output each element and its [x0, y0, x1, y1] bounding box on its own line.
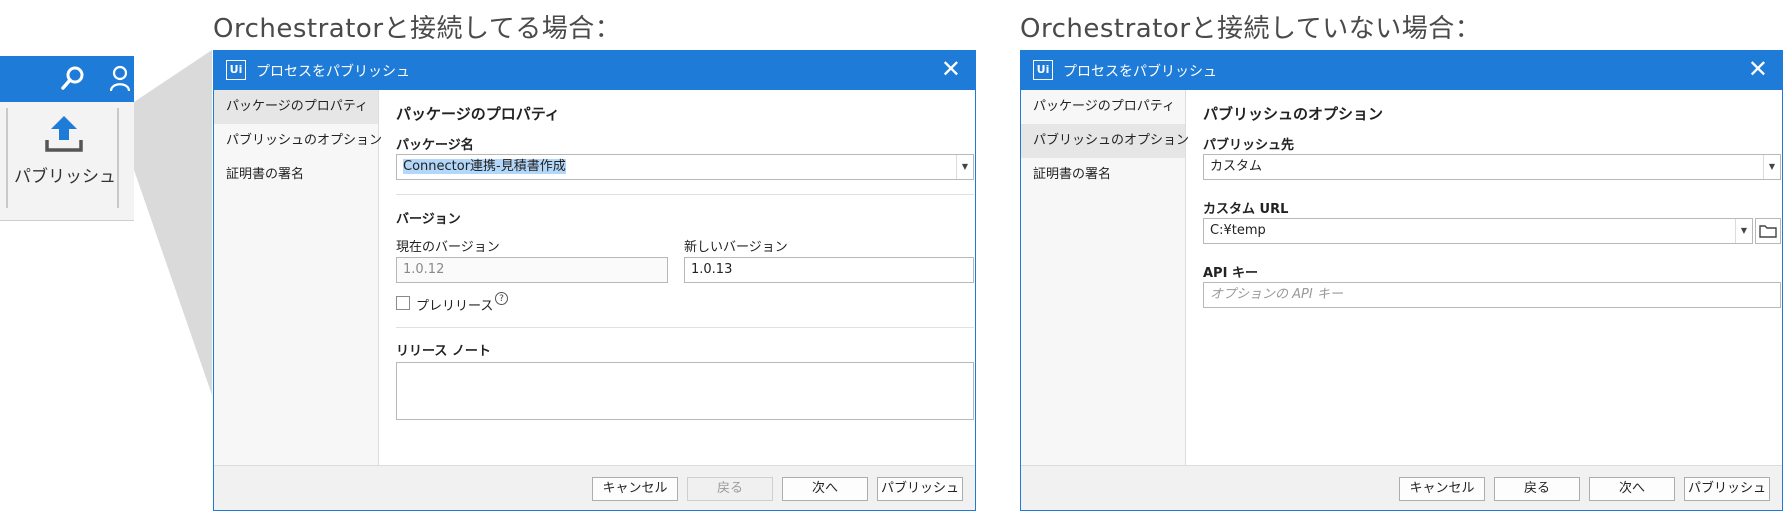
ribbon-divider [117, 108, 119, 208]
sidebar-item-package-properties[interactable]: パッケージのプロパティ [214, 90, 378, 124]
publish-button[interactable]: パブリッシュ [877, 477, 963, 501]
dialog-footer: キャンセル 戻る 次へ パブリッシュ [214, 465, 975, 510]
dialog-content: パブリッシュのオプション パブリッシュ先 カスタム ▼ カスタム URL C:¥… [1186, 90, 1782, 466]
new-version-label: 新しいバージョン [684, 240, 788, 255]
dialog-footer: キャンセル 戻る 次へ パブリッシュ [1021, 465, 1782, 510]
zoom-connector [134, 50, 212, 395]
chevron-down-icon[interactable]: ▼ [1735, 219, 1752, 243]
package-name-combobox[interactable]: Connector連携-見積書作成 ▼ [396, 154, 974, 180]
dialog-sidebar: パッケージのプロパティ パブリッシュのオプション 証明書の署名 [1021, 90, 1189, 466]
next-button[interactable]: 次へ [1589, 477, 1675, 501]
sidebar-item-package-properties[interactable]: パッケージのプロパティ [1021, 90, 1185, 124]
dialog-titlebar: Ui プロセスをパブリッシュ ✕ [214, 51, 975, 90]
cancel-button[interactable]: キャンセル [592, 477, 678, 501]
publish-dialog-disconnected: Ui プロセスをパブリッシュ ✕ パッケージのプロパティ パブリッシュのオプショ… [1020, 50, 1783, 511]
publish-dialog-connected: Ui プロセスをパブリッシュ ✕ パッケージのプロパティ パブリッシュのオプショ… [213, 50, 976, 511]
uipath-logo: Ui [1033, 60, 1053, 80]
ribbon-toolbar [0, 56, 134, 102]
browse-folder-button[interactable] [1755, 218, 1781, 244]
close-icon[interactable]: ✕ [1748, 55, 1768, 83]
prerelease-label: プレリリース [416, 299, 494, 314]
publish-ribbon-label[interactable]: パブリッシュ [14, 162, 116, 187]
api-key-input[interactable]: オプションの API キー [1203, 282, 1781, 308]
publish-button[interactable]: パブリッシュ [1684, 477, 1770, 501]
next-button[interactable]: 次へ [782, 477, 868, 501]
back-button[interactable]: 戻る [687, 477, 773, 501]
dialog-content: パッケージのプロパティ パッケージ名 Connector連携-見積書作成 ▼ バ… [379, 90, 975, 466]
section-title: パッケージのプロパティ [396, 105, 560, 123]
prerelease-checkbox[interactable] [396, 296, 410, 310]
dialog-titlebar: Ui プロセスをパブリッシュ ✕ [1021, 51, 1782, 90]
new-version-field[interactable]: 1.0.13 [684, 257, 974, 283]
custom-url-label: カスタム URL [1203, 202, 1289, 217]
current-version-label: 現在のバージョン [396, 240, 500, 255]
back-button[interactable]: 戻る [1494, 477, 1580, 501]
package-name-label: パッケージ名 [396, 138, 474, 153]
dialog-title: プロセスをパブリッシュ [256, 64, 410, 80]
close-icon[interactable]: ✕ [941, 55, 961, 83]
dialog-sidebar: パッケージのプロパティ パブリッシュのオプション 証明書の署名 [214, 90, 382, 466]
publish-to-value: カスタム [1210, 159, 1263, 174]
help-icon[interactable]: ? [495, 292, 508, 305]
uipath-logo: Ui [226, 60, 246, 80]
release-notes-textarea[interactable] [396, 362, 974, 420]
ribbon-divider [6, 108, 8, 208]
person-icon[interactable] [109, 65, 134, 97]
custom-url-value: C:¥temp [1210, 223, 1266, 238]
current-version-field: 1.0.12 [396, 257, 668, 283]
release-notes-label: リリース ノート [396, 344, 491, 359]
divider [396, 194, 974, 195]
custom-url-combobox[interactable]: C:¥temp ▼ [1203, 218, 1753, 244]
sidebar-item-publish-options[interactable]: パブリッシュのオプション [1021, 124, 1189, 158]
publish-to-select[interactable]: カスタム ▼ [1203, 154, 1781, 180]
api-key-label: API キー [1203, 266, 1258, 281]
sidebar-item-certificate-signing[interactable]: 証明書の署名 [214, 158, 378, 192]
upload-icon[interactable] [43, 114, 85, 158]
publish-to-label: パブリッシュ先 [1203, 138, 1295, 153]
dialog-title: プロセスをパブリッシュ [1063, 64, 1217, 80]
caption-connected: Orchestratorと接続してる場合： [213, 14, 622, 44]
search-icon[interactable] [60, 65, 86, 95]
package-name-value: Connector連携-見積書作成 [403, 159, 566, 174]
divider [396, 327, 974, 328]
chevron-down-icon[interactable]: ▼ [1763, 155, 1780, 179]
caption-disconnected: Orchestratorと接続していない場合： [1020, 14, 1482, 44]
folder-icon [1759, 225, 1777, 238]
cancel-button[interactable]: キャンセル [1399, 477, 1485, 501]
sidebar-item-publish-options[interactable]: パブリッシュのオプション [214, 124, 382, 158]
sidebar-item-certificate-signing[interactable]: 証明書の署名 [1021, 158, 1185, 192]
chevron-down-icon[interactable]: ▼ [956, 155, 973, 179]
section-title: パブリッシュのオプション [1203, 105, 1384, 123]
version-label: バージョン [396, 212, 461, 227]
